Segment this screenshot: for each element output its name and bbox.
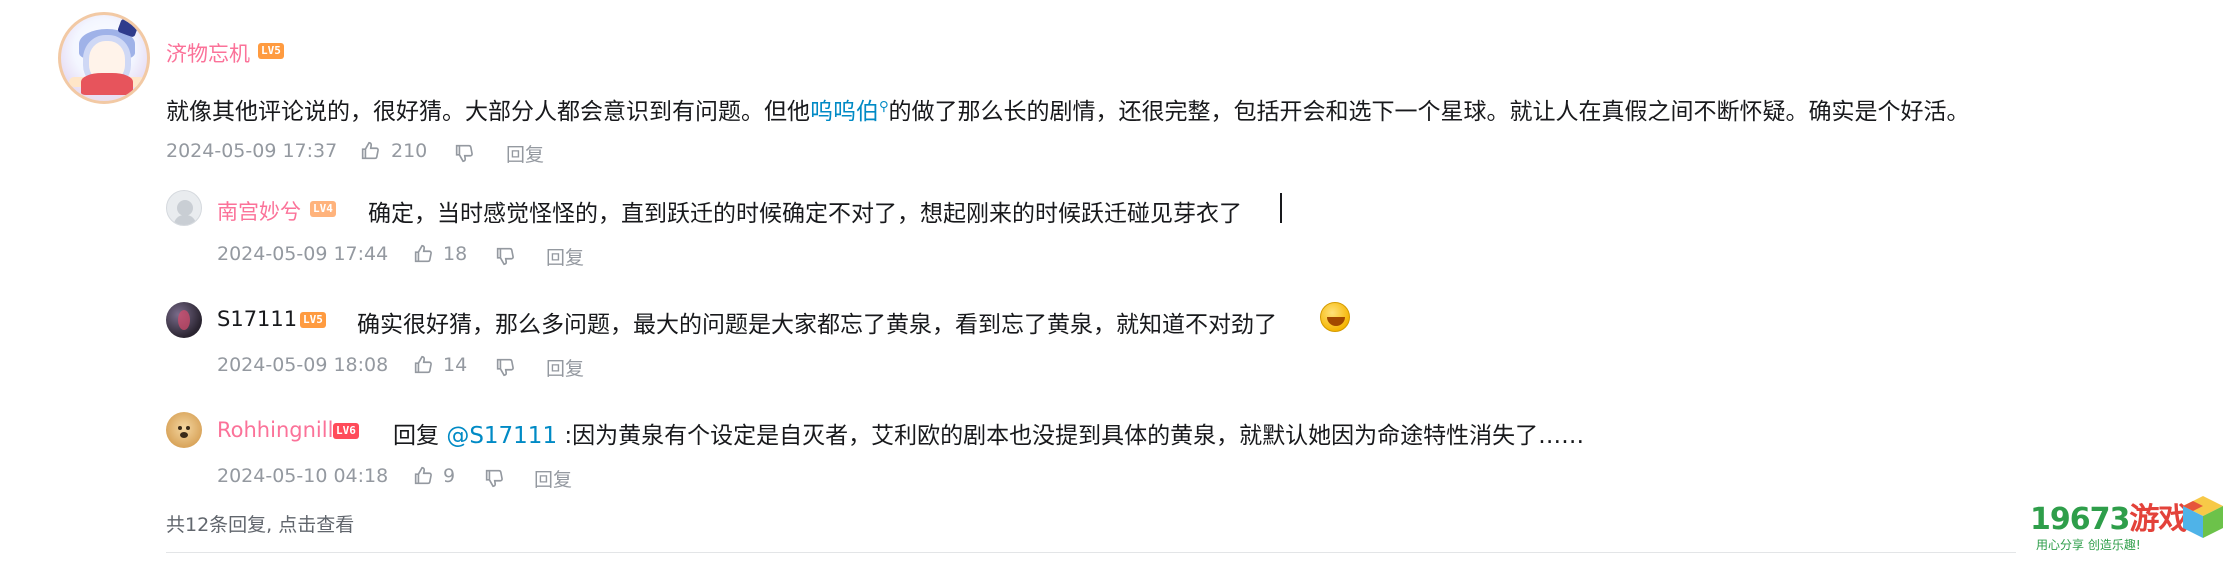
comment-section: 济物忘机 LV5 就像其他评论说的，很好猜。大部分人都会意识到有问题。但他呜呜伯… (0, 0, 2237, 563)
level-badge: LV4 (310, 201, 336, 217)
level-badge: LV6 (333, 423, 359, 439)
reply-button[interactable]: 回复 (546, 354, 584, 381)
view-more-replies-link[interactable]: 共12条回复, 点击查看 (166, 510, 354, 537)
watermark-logo: 19673游戏 用心分享 创造乐趣! (2030, 492, 2230, 552)
reply-button[interactable]: 回复 (546, 243, 584, 270)
mention-link[interactable]: @S17111 (446, 423, 557, 449)
like-count: 210 (391, 140, 428, 162)
comment-username[interactable]: 济物忘机 (166, 38, 250, 68)
laugh-cry-icon (1320, 302, 1350, 332)
dislike-icon[interactable] (494, 245, 516, 267)
level-badge: LV5 (258, 43, 284, 59)
cube-logo-icon (2183, 496, 2223, 538)
level-badge: LV5 (300, 312, 326, 328)
reply-text: 回复 @S17111 :因为黄泉有个设定是自灭者，艾利欧的剧本也没提到具体的黄泉… (393, 423, 1585, 449)
reply-text: 确实很好猜，那么多问题，最大的问题是大家都忘了黄泉，看到忘了黄泉，就知道不对劲了 (357, 312, 1277, 338)
comment-timestamp: 2024-05-09 17:37 (166, 140, 338, 162)
search-icon[interactable]: ⚲ (879, 99, 889, 114)
reply-button[interactable]: 回复 (506, 140, 544, 167)
like-icon[interactable] (412, 243, 434, 265)
avatar[interactable] (166, 302, 202, 338)
reply-timestamp: 2024-05-10 04:18 (217, 465, 389, 487)
reply-timestamp: 2024-05-09 18:08 (217, 354, 389, 376)
search-link[interactable]: 呜呜伯 (810, 99, 879, 125)
like-icon[interactable] (412, 354, 434, 376)
reply-timestamp: 2024-05-09 17:44 (217, 243, 389, 265)
dislike-icon[interactable] (494, 356, 516, 378)
divider (166, 552, 2016, 553)
like-count: 9 (443, 465, 456, 487)
dislike-icon[interactable] (483, 467, 505, 489)
like-count: 18 (443, 243, 468, 265)
reply-button[interactable]: 回复 (534, 465, 572, 492)
reply-username[interactable]: 南宫妙兮 (217, 196, 301, 226)
avatar[interactable] (166, 412, 202, 448)
like-icon[interactable] (359, 140, 381, 162)
like-count: 14 (443, 354, 468, 376)
dislike-icon[interactable] (453, 142, 475, 164)
avatar[interactable] (166, 190, 202, 226)
text-cursor (1280, 193, 1282, 223)
reply-username[interactable]: Rohhingnill (217, 418, 333, 442)
reply-username[interactable]: S17111 (217, 307, 297, 331)
reply-text: 确定，当时感觉怪怪的，直到跃迁的时候确定不对了，想起刚来的时候跃迁碰见芽衣了 (368, 201, 1242, 227)
comment-text: 就像其他评论说的，很好猜。大部分人都会意识到有问题。但他呜呜伯⚲的做了那么长的剧… (166, 99, 1970, 125)
avatar[interactable] (58, 12, 150, 104)
like-icon[interactable] (412, 465, 434, 487)
